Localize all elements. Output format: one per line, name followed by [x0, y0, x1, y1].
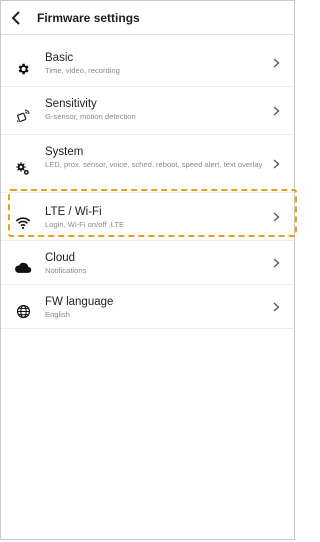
row-subtitle: English — [45, 310, 70, 319]
settings-list: Basic Time, video, recording Sensitivity… — [1, 39, 294, 329]
motion-sensor-icon — [1, 108, 45, 124]
row-label: System — [45, 146, 84, 158]
row-subtitle: LED, prox. sensor, voice, sched. reboot,… — [45, 160, 263, 169]
chevron-right-icon — [269, 256, 283, 270]
row-label: FW language — [45, 296, 114, 308]
screen-frame: Firmware settings Basic Time, video, rec… — [0, 0, 295, 540]
chevron-right-icon — [269, 104, 283, 118]
row-subtitle: Login, Wi-Fi on/off ,LTE — [45, 220, 125, 229]
row-subtitle: Notifications — [45, 266, 87, 275]
chevron-right-icon — [269, 56, 283, 70]
back-button[interactable] — [3, 1, 31, 35]
chevron-right-icon — [269, 300, 283, 314]
chevron-left-icon — [11, 10, 20, 25]
settings-row-basic[interactable]: Basic Time, video, recording — [1, 39, 294, 87]
wifi-icon — [1, 216, 45, 230]
row-subtitle: Time, video, recording — [45, 66, 120, 75]
settings-row-lte-wifi[interactable]: LTE / Wi-Fi Login, Wi-Fi on/off ,LTE — [1, 193, 294, 241]
chevron-right-icon — [269, 210, 283, 224]
settings-row-sensitivity[interactable]: Sensitivity G-sensor, motion detection — [1, 87, 294, 135]
page-title: Firmware settings — [37, 10, 140, 25]
row-label: LTE / Wi-Fi — [45, 206, 102, 218]
gears-icon — [1, 161, 45, 177]
row-subtitle: G-sensor, motion detection — [45, 112, 136, 121]
settings-row-system[interactable]: System LED, prox. sensor, voice, sched. … — [1, 135, 294, 193]
app-header: Firmware settings — [1, 1, 294, 35]
row-label: Cloud — [45, 252, 76, 264]
row-label: Basic — [45, 52, 74, 64]
settings-row-cloud[interactable]: Cloud Notifications — [1, 241, 294, 285]
gear-icon — [1, 62, 45, 76]
globe-icon — [1, 304, 45, 319]
chevron-right-icon — [269, 157, 283, 171]
row-label: Sensitivity — [45, 98, 97, 110]
cloud-icon — [1, 262, 45, 274]
settings-row-fw-language[interactable]: FW language English — [1, 285, 294, 329]
